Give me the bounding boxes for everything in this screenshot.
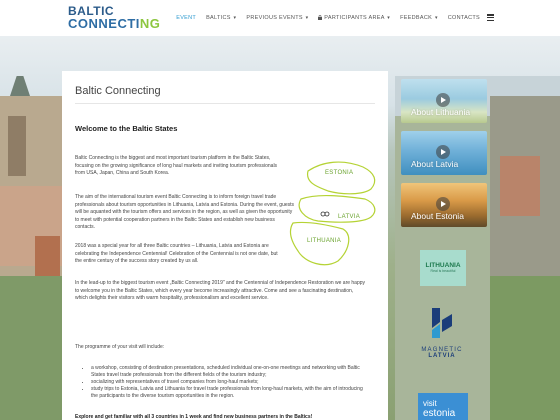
magnetic-latvia-mark-icon (432, 308, 452, 338)
video-about-estonia[interactable]: About Estonia (401, 183, 487, 227)
centennial-paragraph: 2018 was a special year for all three Ba… (75, 243, 278, 264)
list-item: a workshop, consisting of destination pr… (91, 365, 367, 379)
nav-baltics[interactable]: BALTICS ▾ (206, 15, 236, 21)
section-heading: Welcome to the Baltic States (75, 124, 178, 133)
divider (75, 103, 375, 104)
lock-icon (318, 14, 323, 21)
lithuania-brand-logo[interactable]: LITHUANIA Real is beautiful (420, 250, 466, 286)
chevron-down-icon: ▾ (387, 15, 391, 21)
hamburger-icon[interactable] (487, 14, 494, 22)
map-label-estonia: ESTONIA (325, 170, 354, 176)
programme-list: a workshop, consisting of destination pr… (87, 365, 367, 400)
site-logo[interactable]: BALTIC CONNECTING (68, 5, 160, 30)
site-header: BALTIC CONNECTING EVENT BALTICS ▾ PREVIO… (0, 0, 560, 37)
play-icon (436, 197, 450, 211)
magnetic-latvia-logo[interactable]: MAGNETIC LATVIA (412, 306, 472, 362)
list-item: study trips to Estonia, Latvia and Lithu… (91, 386, 367, 400)
programme-intro: The programme of your visit will include… (75, 344, 165, 350)
video-label: About Lithuania (411, 107, 471, 117)
nav-contacts[interactable]: CONTACTS (448, 15, 480, 21)
visit-estonia-logo[interactable]: visit estonia (418, 393, 468, 420)
play-icon (436, 145, 450, 159)
explore-callout: Explore and get familiar with all 3 coun… (75, 414, 313, 420)
nav-feedback[interactable]: FEEDBACK ▾ (400, 15, 438, 21)
map-label-latvia: LATVIA (338, 214, 361, 220)
main-content-card: Baltic Connecting Welcome to the Baltic … (62, 71, 388, 420)
play-icon (436, 93, 450, 107)
video-about-lithuania[interactable]: About Lithuania (401, 79, 487, 123)
aim-paragraph: The aim of the international tourism eve… (75, 194, 295, 230)
chevron-down-icon: ▾ (305, 15, 309, 21)
leadup-paragraph: In the lead-up to the biggest tourism ev… (75, 280, 366, 301)
main-nav: EVENT BALTICS ▾ PREVIOUS EVENTS ▾ PARTIC… (166, 0, 494, 36)
chevron-down-icon: ▾ (233, 15, 237, 21)
nav-participants-area[interactable]: PARTICIPANTS AREA ▾ (318, 14, 391, 21)
page-title: Baltic Connecting (75, 85, 161, 97)
chevron-down-icon: ▾ (434, 15, 438, 21)
nav-previous-events[interactable]: PREVIOUS EVENTS ▾ (246, 15, 308, 21)
nav-event[interactable]: EVENT (176, 15, 196, 21)
intro-paragraph: Baltic Connecting is the biggest and mos… (75, 155, 278, 176)
video-label: About Latvia (411, 159, 459, 169)
list-item: socializing with representatives of trav… (91, 379, 367, 386)
video-label: About Estonia (411, 211, 464, 221)
video-about-latvia[interactable]: About Latvia (401, 131, 487, 175)
logo-bottom-text: CONNECTING (68, 16, 161, 31)
map-label-lithuania: LITHUANIA (307, 238, 342, 244)
